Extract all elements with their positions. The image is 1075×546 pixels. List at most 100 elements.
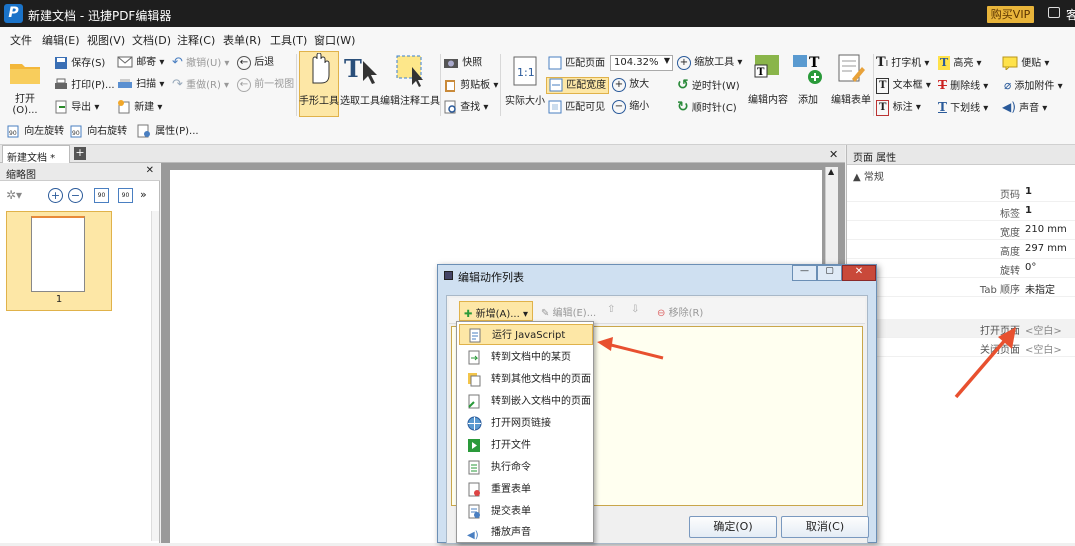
edit-content-button[interactable]: T 编辑内容 bbox=[747, 53, 789, 106]
thumbnail-options-icon[interactable]: ✲▾ bbox=[6, 188, 22, 202]
export-button[interactable]: 导出 ▾ bbox=[54, 100, 99, 115]
clipboard-button[interactable]: 剪贴板 ▾ bbox=[443, 78, 498, 93]
close-panel-icon[interactable]: ✕ bbox=[146, 165, 154, 176]
properties-button[interactable]: 属性(P)... bbox=[136, 124, 199, 139]
cancel-button[interactable]: 取消(C) bbox=[781, 516, 869, 538]
zoom-tool-button[interactable]: + 缩放工具 ▾ bbox=[677, 56, 742, 70]
highlight-button[interactable]: T 高亮 ▾ bbox=[938, 56, 982, 71]
select-tool-button[interactable]: T 选取工具 bbox=[340, 53, 380, 107]
actual-size-button[interactable]: 1:1 实际大小 bbox=[503, 56, 547, 107]
snapshot-button[interactable]: 快照 bbox=[443, 56, 482, 71]
menu-item-execute-command[interactable]: 执行命令 bbox=[459, 457, 593, 478]
close-button[interactable]: ✕ bbox=[842, 265, 876, 281]
menu-item-run-javascript[interactable]: 运行 JavaScript bbox=[459, 324, 593, 345]
overflow-label[interactable]: 客 bbox=[1066, 6, 1075, 23]
rotate-left-icon[interactable]: 90 bbox=[94, 188, 109, 203]
new-doc-icon bbox=[118, 100, 130, 114]
menu-item-open-web-link[interactable]: 打开网页链接 bbox=[459, 413, 593, 434]
strikethrough-button[interactable]: T 删除线 ▾ bbox=[938, 78, 988, 94]
ok-button[interactable]: 确定(O) bbox=[689, 516, 777, 538]
menu-item-goto-page[interactable]: 转到文档中的某页 bbox=[459, 347, 593, 368]
attach-file-button[interactable]: ⌀ 添加附件 ▾ bbox=[1004, 78, 1063, 94]
menu-item-play-sound[interactable]: ◀) 播放声音 bbox=[459, 522, 593, 543]
scanner-icon bbox=[118, 79, 132, 88]
strikethrough-icon: T bbox=[938, 78, 947, 92]
zoom-in-icon[interactable]: + bbox=[48, 188, 63, 203]
edit-form-button[interactable]: 编辑表单 bbox=[829, 53, 873, 106]
menu-edit[interactable]: 编辑(E) bbox=[42, 32, 80, 48]
undo-button[interactable]: ↶ 撤销(U) ▾ bbox=[172, 56, 229, 71]
zoom-out-button[interactable]: − 缩小 bbox=[612, 100, 649, 114]
print-button[interactable]: 打印(P)... bbox=[54, 78, 115, 93]
find-button[interactable]: 查找 ▾ bbox=[443, 100, 488, 115]
rotate-cw-button[interactable]: ↻ 顺时针(C) bbox=[677, 100, 737, 116]
panel-scrollbar[interactable] bbox=[151, 211, 159, 541]
fit-width-button[interactable]: 匹配宽度 bbox=[546, 77, 610, 94]
callout-button[interactable]: T 标注 ▾ bbox=[876, 100, 921, 116]
edit-action-button[interactable]: ✎ 编辑(E)... bbox=[541, 304, 596, 319]
property-row-tab-order[interactable]: Tab 顺序 未指定 bbox=[847, 278, 1075, 297]
thumbnail-panel-header: 缩略图 ✕ bbox=[0, 163, 160, 181]
edit-form-icon bbox=[838, 54, 865, 82]
sound-button[interactable]: ◀) 声音 ▾ bbox=[1002, 100, 1047, 116]
zoom-out-icon[interactable]: − bbox=[68, 188, 83, 203]
scroll-up-icon[interactable]: ▲ bbox=[828, 167, 834, 176]
new-button[interactable]: 新建 ▾ bbox=[117, 100, 162, 115]
reset-form-icon bbox=[468, 482, 480, 497]
message-icon[interactable] bbox=[1048, 7, 1060, 18]
fit-page-button[interactable]: 匹配页面 bbox=[548, 56, 605, 71]
menu-window[interactable]: 窗口(W) bbox=[314, 32, 355, 48]
underline-button[interactable]: T 下划线 ▾ bbox=[938, 100, 988, 116]
fit-visible-button[interactable]: 匹配可见 bbox=[548, 100, 605, 115]
menu-item-open-file[interactable]: 打开文件 bbox=[459, 435, 593, 456]
menu-item-submit-form[interactable]: 提交表单 bbox=[459, 501, 593, 522]
zoom-combobox[interactable]: 104.32% ▼ bbox=[610, 55, 673, 71]
thumbnail-selected[interactable]: 1 bbox=[6, 211, 112, 311]
scan-button[interactable]: 扫描 ▾ bbox=[117, 78, 164, 92]
javascript-icon bbox=[469, 328, 481, 343]
rotate-right-icon[interactable]: 90 bbox=[118, 188, 133, 203]
zoom-in-button[interactable]: + 放大 bbox=[612, 78, 649, 92]
actual-size-icon: 1:1 bbox=[513, 56, 537, 86]
menu-view[interactable]: 视图(V) bbox=[87, 32, 125, 48]
menu-comment[interactable]: 注释(C) bbox=[177, 32, 215, 48]
mail-button[interactable]: 邮寄 ▾ bbox=[117, 56, 164, 70]
textbox-icon: T bbox=[876, 78, 890, 94]
menu-document[interactable]: 文档(D) bbox=[132, 32, 171, 48]
rotate-ccw-icon: ↺ bbox=[677, 77, 689, 93]
redo-button[interactable]: ↷ 重做(R) ▾ bbox=[172, 78, 229, 93]
menu-form[interactable]: 表单(R) bbox=[223, 32, 261, 48]
back-button[interactable]: ← 后退 bbox=[237, 56, 274, 70]
rotate-right-button[interactable]: 90 向右旋转 bbox=[68, 124, 127, 139]
remove-action-button[interactable]: ⊖ 移除(R) bbox=[657, 304, 703, 319]
new-action-button[interactable]: ✚ 新增(A)... ▾ bbox=[459, 301, 533, 321]
thumbnail-panel: 缩略图 ✕ ✲▾ + − 90 90 » 1 bbox=[0, 163, 160, 543]
chevron-more-icon[interactable]: » bbox=[140, 188, 147, 201]
typewriter-button[interactable]: TI 打字机 ▾ bbox=[876, 56, 929, 71]
save-button[interactable]: 保存(S) bbox=[54, 56, 105, 71]
menu-item-goto-embedded-doc[interactable]: 转到嵌入文档中的页面 bbox=[459, 391, 593, 412]
minimize-button[interactable]: — bbox=[792, 265, 817, 281]
new-tab-button[interactable]: + bbox=[74, 147, 86, 160]
rotate-left-button[interactable]: 90 向左旋转 bbox=[5, 124, 64, 139]
close-document-icon[interactable]: ✕ bbox=[829, 148, 838, 161]
menu-item-reset-form[interactable]: 重置表单 bbox=[459, 479, 593, 500]
move-down-button[interactable]: ⇩ bbox=[631, 304, 639, 315]
properties-group-general[interactable]: ▲ 常规 bbox=[847, 166, 1075, 183]
tab-new-document[interactable]: 新建文档 *✕ bbox=[2, 145, 81, 164]
open-button[interactable]: 打开(O)... bbox=[3, 56, 47, 116]
maximize-button[interactable]: ▢ bbox=[817, 265, 842, 281]
buy-vip-button[interactable]: 购买VIP bbox=[987, 6, 1034, 23]
add-button[interactable]: T 添加 bbox=[790, 53, 826, 106]
rotate-ccw-button[interactable]: ↺ 逆时针(W) bbox=[677, 78, 740, 94]
note-button[interactable]: 便贴 ▾ bbox=[1002, 56, 1049, 71]
menu-tools[interactable]: 工具(T) bbox=[270, 32, 307, 48]
menu-file[interactable]: 文件 bbox=[10, 32, 32, 48]
prev-view-button[interactable]: ← 前一视图 bbox=[237, 78, 294, 92]
edit-annotation-tool-button[interactable]: 编辑注释工具 bbox=[380, 53, 440, 107]
properties-panel-header: 页面 属性 bbox=[847, 145, 1075, 165]
textbox-button[interactable]: T 文本框 ▾ bbox=[876, 78, 931, 94]
move-up-button[interactable]: ⇧ bbox=[607, 304, 615, 315]
hand-tool-button[interactable]: 手形工具 bbox=[298, 53, 340, 107]
menu-item-goto-other-doc[interactable]: 转到其他文档中的页面 bbox=[459, 369, 593, 390]
